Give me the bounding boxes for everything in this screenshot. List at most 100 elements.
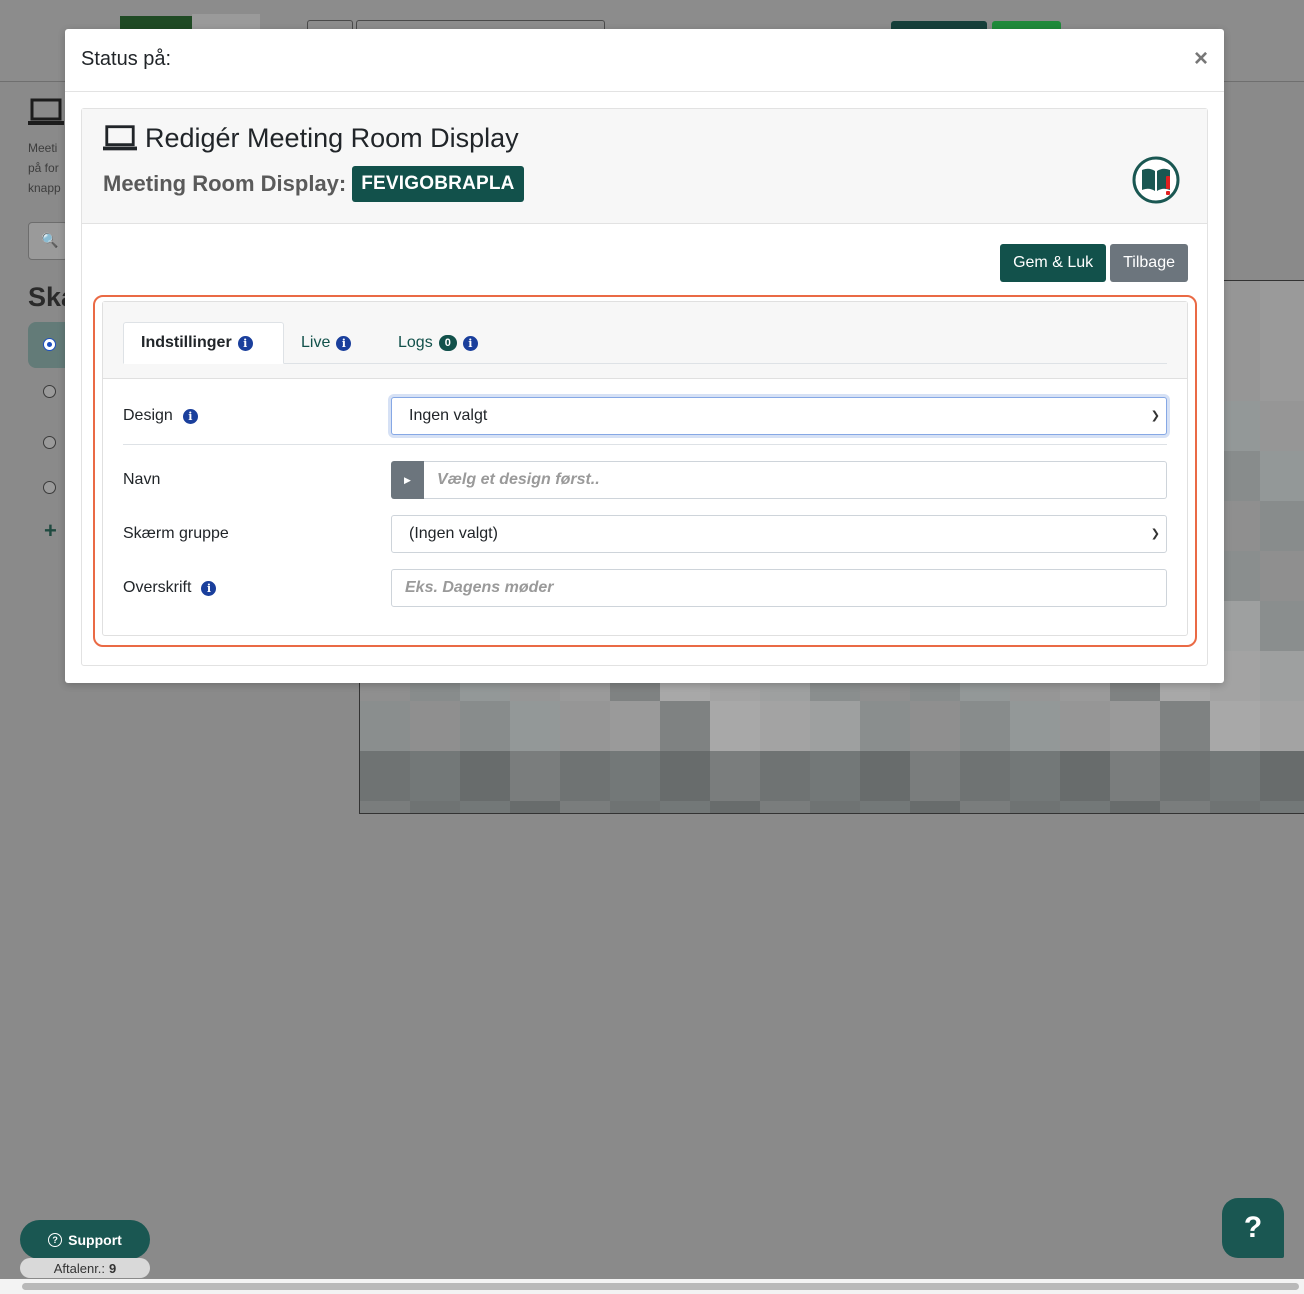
background-pixel-cell <box>960 701 1010 751</box>
scrollbar-thumb[interactable] <box>22 1283 1299 1290</box>
skaerm-gruppe-value: (Ingen valgt) <box>409 525 498 542</box>
background-pixel-cell <box>860 701 910 751</box>
tab-label: Indstillinger <box>141 334 232 351</box>
background-pixel-cell <box>860 801 910 813</box>
design-select-value: Ingen valgt <box>409 407 488 424</box>
info-icon[interactable]: i <box>462 335 478 351</box>
background-pixel-cell <box>1010 751 1060 801</box>
info-icon[interactable]: i <box>182 408 198 424</box>
card-header: Redigér Meeting Room Display Meeting Roo… <box>82 109 1207 224</box>
skaerm-gruppe-label-text: Skærm gruppe <box>123 525 229 542</box>
chevron-down-icon: ❯ <box>1150 528 1160 540</box>
background-text-line: på for <box>28 161 59 175</box>
background-pixel-cell <box>1110 751 1160 801</box>
tab-label: Logs <box>398 334 433 351</box>
background-pixel-cell <box>1110 701 1160 751</box>
background-radio <box>43 385 56 398</box>
background-pixel-cell <box>1060 801 1110 813</box>
back-button[interactable]: Tilbage <box>1110 244 1188 282</box>
background-pixel-cell <box>1260 701 1304 751</box>
card-title-text: Redigér Meeting Room Display <box>145 123 519 153</box>
background-pixel-cell <box>1260 551 1304 601</box>
support-label: Support <box>68 1231 122 1248</box>
background-pixel-cell <box>560 701 610 751</box>
background-pixel-cell <box>910 751 960 801</box>
agreement-value: 9 <box>109 1260 117 1276</box>
device-code-badge: FEVIGOBRAPLA <box>352 166 524 202</box>
background-pixel-cell <box>860 751 910 801</box>
background-radio <box>43 481 56 494</box>
background-pixel-cell <box>810 701 860 751</box>
tab-live[interactable]: Live i <box>284 322 368 364</box>
design-label-text: Design <box>123 407 173 424</box>
tab-label: Live <box>301 334 331 351</box>
background-pixel-cell <box>1210 701 1260 751</box>
logs-count-badge: 0 <box>438 335 457 351</box>
background-pixel-cell <box>1010 801 1060 813</box>
background-pixel-cell <box>1160 801 1210 813</box>
chevron-down-icon: ❯ <box>1150 410 1160 422</box>
background-plus-icon: + <box>44 518 57 543</box>
background-pixel-cell <box>960 801 1010 813</box>
background-pixel-cell <box>560 801 610 813</box>
background-pixel-cell <box>1160 701 1210 751</box>
background-pixel-cell <box>660 801 710 813</box>
background-pixel-cell <box>360 801 410 813</box>
background-pixel-cell <box>760 751 810 801</box>
background-pixel-cell <box>710 801 760 813</box>
info-icon[interactable]: i <box>237 335 253 351</box>
design-label: Design i <box>123 407 391 425</box>
background-pixel-cell <box>460 751 510 801</box>
info-icon[interactable]: i <box>336 335 352 351</box>
tab-logs[interactable]: Logs 0 i <box>381 322 495 364</box>
settings-panel: Indstillinger i Live i Logs 0 i Design i <box>102 301 1188 636</box>
background-pixel-cell <box>1060 701 1110 751</box>
background-pixel-cell <box>1260 801 1304 813</box>
background-pixel-cell <box>660 751 710 801</box>
card-actions: Gem & Luk Tilbage <box>1000 244 1188 282</box>
tab-bar: Indstillinger i Live i Logs 0 i <box>103 302 1187 379</box>
background-pixel-cell <box>1060 751 1110 801</box>
overskrift-label: Overskrift i <box>123 579 391 597</box>
background-pixel-cell <box>960 751 1010 801</box>
skaerm-gruppe-label: Skærm gruppe <box>123 525 391 543</box>
search-icon: 🔍 <box>41 232 59 248</box>
info-icon[interactable]: i <box>201 580 217 596</box>
design-select[interactable]: Ingen valgt ❯ <box>391 397 1167 435</box>
background-text-line: Meeti <box>28 141 58 155</box>
form-row-overskrift: Overskrift i Eks. Dagens møder <box>123 569 1167 607</box>
close-icon[interactable]: × <box>1194 45 1208 73</box>
navn-input[interactable]: Vælg et design først.. <box>424 461 1167 499</box>
background-pixel-cell <box>510 701 560 751</box>
skaerm-gruppe-select[interactable]: (Ingen valgt) ❯ <box>391 515 1167 553</box>
background-pixel-cell <box>460 801 510 813</box>
overskrift-input[interactable]: Eks. Dagens møder <box>391 569 1167 607</box>
background-pixel-cell <box>610 701 660 751</box>
background-search-input: 🔍 <box>28 222 68 260</box>
question-circle-icon: ? <box>48 1232 63 1247</box>
support-button[interactable]: ? Support <box>20 1220 150 1259</box>
book-warning-icon[interactable] <box>1131 156 1183 204</box>
background-pixel-cell <box>410 801 460 813</box>
horizontal-scrollbar[interactable] <box>0 1279 1304 1294</box>
form-divider <box>123 444 1167 445</box>
background-pixel-cell <box>710 701 760 751</box>
background-pixel-cell <box>1260 281 1304 401</box>
background-pixel-cell <box>760 701 810 751</box>
tab-indstillinger[interactable]: Indstillinger i <box>123 322 284 364</box>
background-pixel-cell <box>1260 501 1304 551</box>
edit-card: Redigér Meeting Room Display Meeting Roo… <box>81 108 1208 666</box>
background-pixel-cell <box>1260 651 1304 701</box>
background-pixel-cell <box>810 751 860 801</box>
caret-right-icon[interactable]: ▶ <box>391 461 424 499</box>
background-radio <box>43 436 56 449</box>
help-chat-button[interactable]: ? <box>1222 1198 1284 1258</box>
background-pixel-cell <box>410 701 460 751</box>
background-pixel-cell <box>510 801 560 813</box>
save-close-button[interactable]: Gem & Luk <box>1000 244 1107 282</box>
background-pixel-cell <box>610 801 660 813</box>
background-pixel-cell <box>910 801 960 813</box>
background-pixel-cell <box>810 801 860 813</box>
background-pixel-cell <box>660 701 710 751</box>
background-pixel-cell <box>1260 401 1304 451</box>
